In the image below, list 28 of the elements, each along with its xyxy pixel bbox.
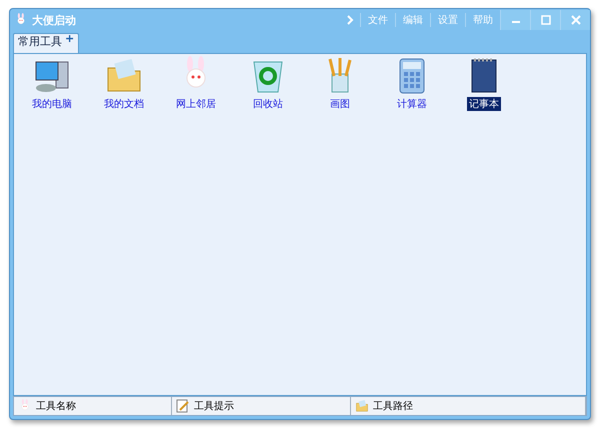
- maximize-button[interactable]: [530, 10, 560, 30]
- close-icon: [570, 15, 580, 25]
- status-text: 工具路径: [372, 400, 413, 413]
- status-text: 工具提示: [194, 400, 234, 413]
- status-text: 工具名称: [36, 400, 76, 413]
- minimize-button[interactable]: [500, 10, 530, 30]
- tool-shortcut[interactable]: 计算器: [376, 56, 448, 111]
- note-icon: [176, 399, 190, 413]
- tool-label: 记事本: [467, 97, 501, 111]
- tab[interactable]: 常用工具 +: [13, 33, 80, 53]
- tool-label: 网上邻居: [175, 98, 217, 111]
- tool-label: 画图: [329, 98, 351, 111]
- tool-label: 我的电脑: [31, 98, 73, 111]
- close-button[interactable]: [560, 10, 590, 30]
- tool-shortcut[interactable]: 我的电脑: [16, 56, 88, 111]
- tool-shortcut[interactable]: 我的文档: [88, 56, 160, 111]
- tool-label: 我的文档: [103, 98, 145, 111]
- tool-shortcut[interactable]: 回收站: [232, 56, 304, 111]
- maximize-icon: [540, 15, 550, 25]
- tool-label: 回收站: [252, 98, 284, 111]
- tool-label: 计算器: [396, 98, 428, 111]
- tool-shortcut[interactable]: 网上邻居: [160, 56, 232, 111]
- tool-shortcut[interactable]: 画图: [304, 56, 376, 111]
- tool-shortcut[interactable]: 记事本: [448, 56, 520, 111]
- folder-icon: [354, 399, 369, 413]
- chevron-icon[interactable]: [346, 15, 354, 25]
- add-tab-icon[interactable]: +: [65, 34, 74, 44]
- window-title: 大便启动: [32, 12, 77, 28]
